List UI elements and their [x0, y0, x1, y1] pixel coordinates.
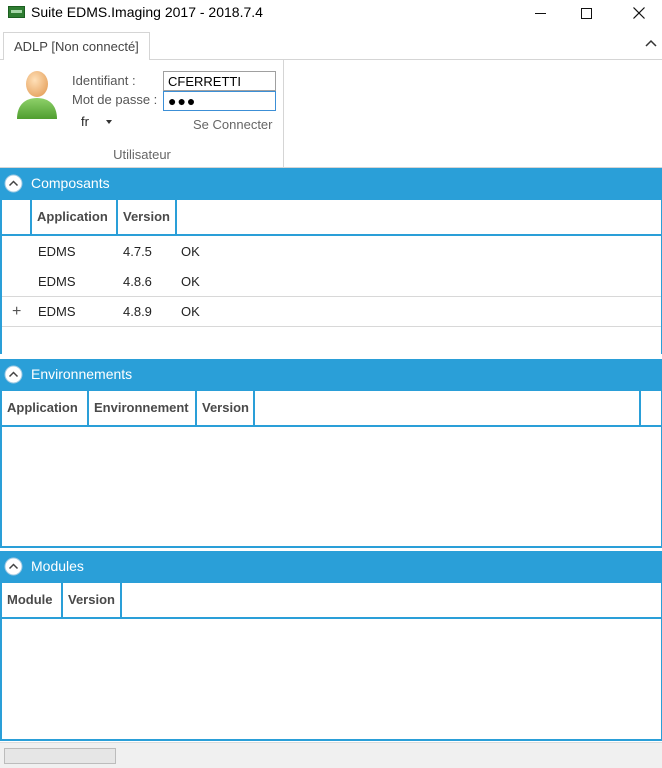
section-title-modules: Modules — [31, 558, 84, 574]
environnements-grid: Application Environnement Version — [0, 391, 662, 548]
column-header-module[interactable]: Module — [2, 583, 63, 617]
title-bar[interactable]: Suite EDMS.Imaging 2017 - 2018.7.4 — [0, 0, 662, 26]
table-row[interactable]: + EDMS 4.8.9 OK — [2, 297, 661, 327]
dropdown-caret-icon[interactable] — [106, 120, 112, 124]
language-select[interactable]: fr — [81, 114, 89, 129]
cell-application: EDMS — [38, 244, 76, 259]
close-button[interactable] — [616, 0, 662, 26]
column-header-version[interactable]: Version — [63, 583, 122, 617]
chevron-up-circle-icon[interactable] — [4, 365, 23, 384]
cell-status: OK — [181, 304, 200, 319]
tab-adlp[interactable]: ADLP [Non connecté] — [3, 32, 150, 61]
chevron-up-circle-icon[interactable] — [4, 174, 23, 193]
section-title-environnements: Environnements — [31, 366, 133, 382]
connect-button[interactable]: Se Connecter — [193, 117, 273, 132]
column-header-expander — [2, 200, 32, 234]
column-header-application[interactable]: Application — [2, 391, 89, 425]
grid-header: Application Environnement Version — [2, 391, 661, 427]
section-header-modules[interactable]: Modules — [0, 551, 662, 583]
section-header-environnements[interactable]: Environnements — [0, 359, 662, 391]
column-header-version[interactable]: Version — [197, 391, 255, 425]
cell-application: EDMS — [38, 304, 76, 319]
maximize-button[interactable] — [563, 0, 609, 26]
table-row[interactable]: EDMS 4.8.6 OK — [2, 267, 661, 297]
identifiant-input[interactable]: CFERRETTI — [163, 71, 276, 91]
chevron-up-icon[interactable] — [644, 36, 658, 50]
cell-version: 4.8.6 — [123, 274, 152, 289]
group-label-utilisateur: Utilisateur — [113, 147, 171, 162]
minimize-button[interactable] — [517, 0, 563, 26]
table-row[interactable]: EDMS 4.7.5 OK — [2, 237, 661, 267]
password-input[interactable]: ●●● — [163, 91, 276, 111]
column-header-application[interactable]: Application — [32, 200, 118, 234]
cell-application: EDMS — [38, 274, 76, 289]
grid-header: Module Version — [2, 583, 661, 619]
chevron-up-circle-icon[interactable] — [4, 557, 23, 576]
column-header-version[interactable]: Version — [118, 200, 177, 234]
minimize-icon — [534, 12, 546, 14]
composants-grid: Application Version EDMS 4.7.5 OK EDMS 4… — [0, 200, 662, 354]
progress-bar — [4, 748, 116, 764]
column-header-environnement[interactable]: Environnement — [89, 391, 197, 425]
maximize-icon — [580, 7, 592, 19]
cell-version: 4.7.5 — [123, 244, 152, 259]
cell-version: 4.8.9 — [123, 304, 152, 319]
modules-grid: Module Version — [0, 583, 662, 741]
window-title: Suite EDMS.Imaging 2017 - 2018.7.4 — [31, 4, 263, 20]
ribbon-panel: Identifiant : Mot de passe : CFERRETTI ●… — [0, 60, 662, 168]
cell-status: OK — [181, 274, 200, 289]
user-avatar-icon — [17, 71, 57, 119]
grid-header: Application Version — [2, 200, 661, 236]
identifiant-label: Identifiant : — [72, 73, 136, 88]
section-header-composants[interactable]: Composants — [0, 168, 662, 200]
expand-icon[interactable]: + — [12, 297, 21, 327]
section-title-composants: Composants — [31, 175, 110, 191]
password-label: Mot de passe : — [72, 92, 158, 107]
edms-app-icon — [8, 6, 25, 18]
column-header-extra — [619, 391, 641, 425]
ribbon-tab-strip: ADLP [Non connecté] — [0, 32, 662, 61]
user-group: Identifiant : Mot de passe : CFERRETTI ●… — [0, 60, 284, 168]
cell-status: OK — [181, 244, 200, 259]
close-icon — [633, 7, 645, 19]
status-bar — [0, 742, 662, 768]
